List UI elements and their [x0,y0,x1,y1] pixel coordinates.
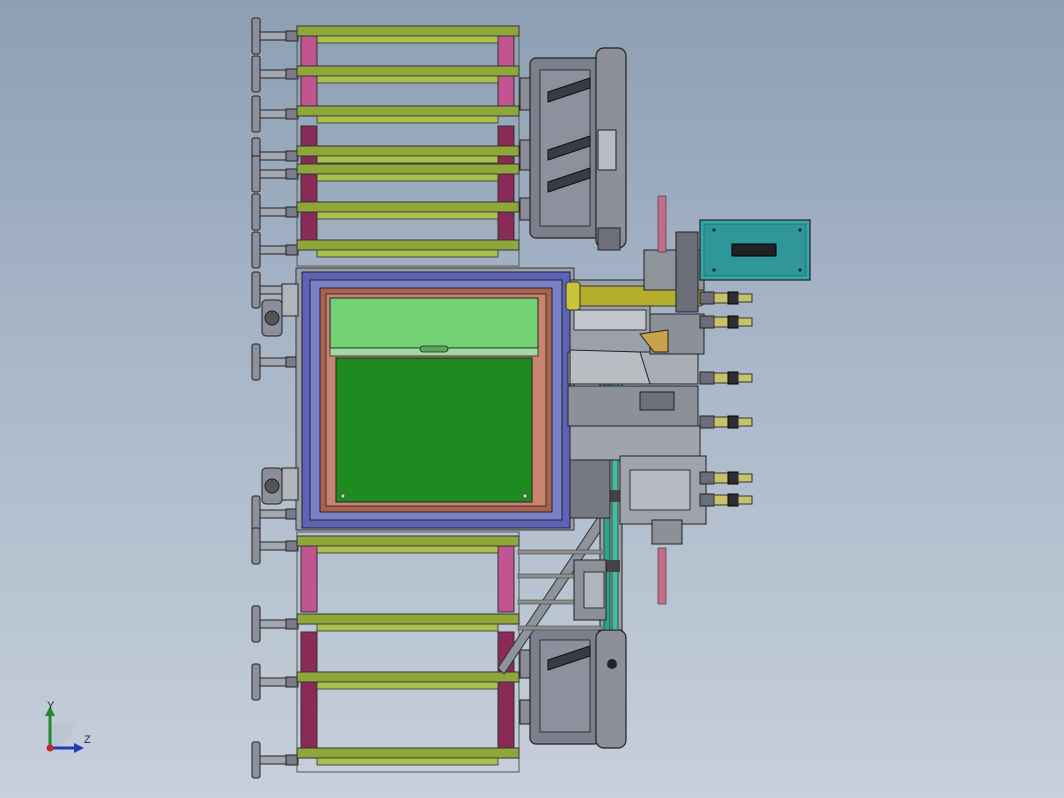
frame-rail [296,201,520,220]
control-box-handle [731,243,777,257]
leveling-foot [251,55,299,93]
triad-z-label: Z [84,734,91,746]
threaded-rod [517,625,603,631]
bottom-frame-left-post-lower [300,631,318,757]
upper-drive-unit [519,47,627,251]
leveling-foot [251,17,299,55]
bottom-frame [296,531,520,773]
leveling-foot [251,663,299,701]
fitting [699,471,753,485]
top-frame-left-post-lower [300,125,318,251]
lower-spring [657,547,667,605]
cabinet-main-panel [335,357,533,503]
fitting [699,291,753,305]
frame-rail [296,535,520,554]
cabinet-top-panel [329,297,539,349]
leveling-foot [251,343,299,381]
central-cabinet [261,267,575,531]
frame-rail [296,747,520,766]
leveling-foot [251,231,299,269]
frame-rail [296,25,520,44]
frame-rail [296,613,520,632]
fitting [699,371,753,385]
triad-y-label: Y [47,700,55,712]
frame-rail [296,239,520,258]
lower-drive-unit [519,627,627,749]
cabinet-handle [419,345,449,353]
teal-control-box [699,219,811,281]
frame-rail [296,163,520,182]
leveling-foot [251,605,299,643]
leveling-foot [251,741,299,779]
x-axis-dot [46,744,54,752]
fitting [699,493,753,507]
frame-rail [296,105,520,124]
bottom-frame-right-post-upper [497,539,515,613]
fitting [699,415,753,429]
frame-rail [296,65,520,84]
leveling-foot [251,95,299,133]
pneumatic-fittings [699,291,753,507]
leveling-foot [251,527,299,565]
top-frame-right-post-lower [497,125,515,251]
leveling-foot [251,193,299,231]
mechanism-assembly [565,195,707,621]
frame-rail [296,671,520,690]
bottom-frame-left-post-upper [300,539,318,613]
fitting [699,315,753,329]
upper-spring [657,195,667,253]
axis-triad [45,706,84,753]
frame-rail [296,145,520,164]
leveling-feet [251,17,299,779]
threaded-rod [517,549,603,555]
cad-model-viewport[interactable] [0,0,1064,798]
top-frame [296,25,520,267]
